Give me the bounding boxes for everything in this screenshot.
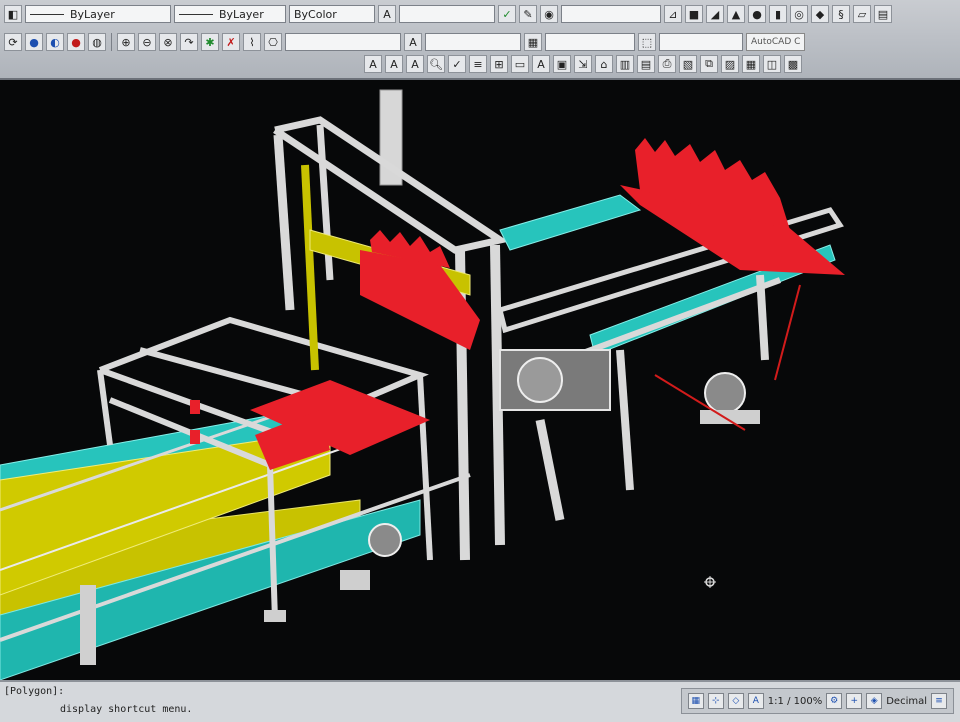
- find-text-icon[interactable]: 🔍︎: [427, 55, 445, 73]
- check-icon[interactable]: ✓: [498, 5, 516, 23]
- ribbon-toolbar: ◧ ByLayer ByLayer ByColor A ✓ ✎ ◉ ⊿ ■ ◢ …: [0, 0, 960, 80]
- match-properties-icon[interactable]: ✎: [519, 5, 537, 23]
- ribbon-row-tools: ⟳ ● ◐ ● ◍ ⊕ ⊖ ⊗ ↷ ✱ ✗ ⌇ ⎔ A ▦ ⬚ AutoCAD …: [0, 30, 806, 54]
- line-sample-icon: [30, 13, 64, 15]
- thicken-icon[interactable]: ⎔: [264, 33, 282, 51]
- attribute-icon[interactable]: ⌂: [595, 55, 613, 73]
- wedge-icon[interactable]: ◢: [706, 5, 724, 23]
- planar-surface-icon[interactable]: ▱: [853, 5, 871, 23]
- sphere-icon[interactable]: ●: [748, 5, 766, 23]
- separator: [111, 33, 112, 51]
- subtract-icon[interactable]: ⊖: [138, 33, 156, 51]
- red-parts-rear: [620, 138, 845, 275]
- layer-combo-value: ByLayer: [70, 7, 115, 21]
- spell-check-icon[interactable]: ✓: [448, 55, 466, 73]
- multiline-text-icon[interactable]: A: [364, 55, 382, 73]
- menu-icon[interactable]: ≡: [931, 693, 947, 709]
- intersect-icon[interactable]: ⊗: [159, 33, 177, 51]
- text-scale-icon[interactable]: A: [406, 55, 424, 73]
- color-combo[interactable]: ByColor: [289, 5, 375, 23]
- osnap-icon[interactable]: ◇: [727, 693, 744, 709]
- text-style-icon[interactable]: A: [378, 5, 396, 23]
- motor-assembly-center: [499, 349, 611, 411]
- orbit-icon[interactable]: ⟳: [4, 33, 22, 51]
- ribbon-row-properties: ◧ ByLayer ByLayer ByColor A ✓ ✎ ◉ ⊿ ■ ◢ …: [0, 2, 892, 26]
- annotation-icon[interactable]: A: [747, 693, 764, 709]
- helix-icon[interactable]: §: [832, 5, 850, 23]
- frame-foot: [264, 610, 286, 622]
- isolate-icon[interactable]: ◈: [866, 693, 883, 709]
- visual-style-combo[interactable]: [545, 33, 635, 51]
- command-prompt: [Polygon]:: [4, 686, 65, 697]
- group-icon[interactable]: ▥: [616, 55, 634, 73]
- line-sample-icon: [179, 13, 213, 15]
- cone-icon[interactable]: ▲: [727, 5, 745, 23]
- multileader-style-combo[interactable]: [425, 33, 521, 51]
- insert-icon[interactable]: ⇲: [574, 55, 592, 73]
- layer-manager-icon[interactable]: ◫: [763, 55, 781, 73]
- materials-icon[interactable]: ◍: [88, 33, 106, 51]
- union-icon[interactable]: ⊕: [117, 33, 135, 51]
- xref-icon[interactable]: ⧉: [700, 55, 718, 73]
- block-icon[interactable]: ▣: [553, 55, 571, 73]
- polysolid-icon[interactable]: ▤: [874, 5, 892, 23]
- delete-face-icon[interactable]: ✗: [222, 33, 240, 51]
- grid-icon[interactable]: ▦: [687, 693, 704, 709]
- image-icon[interactable]: ▨: [721, 55, 739, 73]
- text-icon[interactable]: A: [404, 33, 422, 51]
- status-bar: ▦ ⊹ ◇ A 1:1 / 100% ⚙ + ◈ Decimal ≡: [680, 688, 954, 714]
- visual-style-icon[interactable]: ●: [25, 33, 43, 51]
- justify-text-icon[interactable]: ≡: [469, 55, 487, 73]
- gear-icon[interactable]: ⚙: [826, 693, 843, 709]
- layer-combo[interactable]: ByLayer: [25, 5, 171, 23]
- fillet-edge-icon[interactable]: ↷: [180, 33, 198, 51]
- pyramid-icon[interactable]: ◆: [811, 5, 829, 23]
- ucs-cursor-icon: [704, 576, 716, 588]
- add-icon[interactable]: +: [846, 693, 863, 709]
- dim-style-combo[interactable]: [561, 5, 661, 23]
- slice-icon[interactable]: ⌇: [243, 33, 261, 51]
- convert-text-icon[interactable]: A: [532, 55, 550, 73]
- torus-icon[interactable]: ◎: [790, 5, 808, 23]
- ribbon-row-text: A A A 🔍︎ ✓ ≡ ⊞ ▭ A ▣ ⇲ ⌂ ▥ ▤ ⎙ ▧ ⧉ ▨ ▦ ◫…: [360, 52, 802, 76]
- color-combo-value: ByColor: [294, 7, 337, 21]
- workspace-combo[interactable]: [659, 33, 743, 51]
- app-title: AutoCAD C: [746, 33, 806, 51]
- color-picker-icon[interactable]: ◉: [540, 5, 558, 23]
- extract-edges-icon[interactable]: ✱: [201, 33, 219, 51]
- linetype-combo[interactable]: ByLayer: [174, 5, 286, 23]
- sheet-set-icon[interactable]: ▦: [742, 55, 760, 73]
- table-icon[interactable]: ▦: [524, 33, 542, 51]
- snap-icon[interactable]: ⊹: [707, 693, 724, 709]
- shaded-icon[interactable]: ◐: [46, 33, 64, 51]
- command-history: display shortcut menu.: [60, 704, 193, 715]
- text-align-icon[interactable]: ⊞: [490, 55, 508, 73]
- dimension-icon[interactable]: ⊿: [664, 5, 682, 23]
- layout-icon[interactable]: ▤: [637, 55, 655, 73]
- view-icon[interactable]: ⬚: [638, 33, 656, 51]
- cylinder-icon[interactable]: ▮: [769, 5, 787, 23]
- plot-icon[interactable]: ⎙: [658, 55, 676, 73]
- text-style-combo[interactable]: [399, 5, 495, 23]
- drawing-viewport[interactable]: [0, 80, 960, 680]
- render-icon[interactable]: ●: [67, 33, 85, 51]
- conveyor-leg: [80, 585, 96, 665]
- text-edit-icon[interactable]: A: [385, 55, 403, 73]
- table-style-combo[interactable]: [285, 33, 401, 51]
- linetype-combo-value: ByLayer: [219, 7, 264, 21]
- box-icon[interactable]: ■: [685, 5, 703, 23]
- layer-icon[interactable]: ◧: [4, 5, 22, 23]
- cad-model-drawing: [0, 89, 845, 680]
- units-label[interactable]: Decimal: [886, 696, 927, 707]
- publish-icon[interactable]: ▧: [679, 55, 697, 73]
- annotation-scale[interactable]: 1:1 / 100%: [768, 696, 822, 707]
- text-frame-icon[interactable]: ▭: [511, 55, 529, 73]
- design-center-icon[interactable]: ▩: [784, 55, 802, 73]
